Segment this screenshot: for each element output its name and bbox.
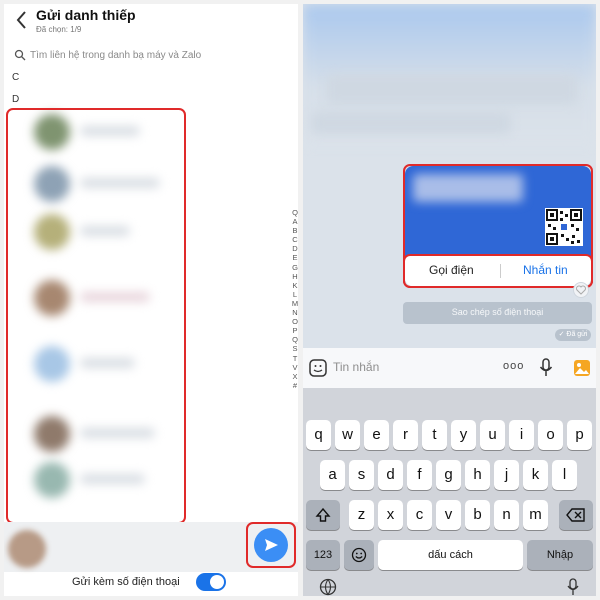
send-with-phone-label: Gửi kèm số điện thoại bbox=[72, 576, 180, 588]
alphabet-index-letter[interactable]: N bbox=[290, 308, 298, 317]
key-l[interactable]: l bbox=[552, 460, 577, 490]
section-header-d: D bbox=[12, 94, 20, 105]
selected-count: Đã chọn: 1/9 bbox=[36, 25, 82, 34]
key-d[interactable]: d bbox=[378, 460, 403, 490]
blurred-message bbox=[311, 112, 511, 134]
key-z[interactable]: z bbox=[349, 500, 374, 530]
key-x[interactable]: x bbox=[378, 500, 403, 530]
toggle-knob bbox=[210, 575, 224, 589]
alphabet-index-letter[interactable]: O bbox=[290, 317, 298, 326]
section-header-c: C bbox=[12, 72, 20, 83]
key-e[interactable]: e bbox=[364, 420, 389, 450]
alphabet-index-letter[interactable]: L bbox=[290, 290, 298, 299]
alphabet-index-letter[interactable]: P bbox=[290, 326, 298, 335]
alphabet-index-letter[interactable]: K bbox=[290, 281, 298, 290]
contact-picker-screen: Gửi danh thiếp Đã chọn: 1/9 Tìm liên hệ … bbox=[4, 4, 298, 596]
keyboard-suggestion-bar bbox=[303, 388, 596, 410]
globe-icon[interactable] bbox=[319, 578, 337, 596]
sent-status-badge: ✓ Đã gửi bbox=[555, 329, 591, 341]
copy-phone-button[interactable]: Sao chép số điện thoại bbox=[403, 302, 592, 324]
alphabet-index-letter[interactable]: X bbox=[290, 372, 298, 381]
key-q[interactable]: q bbox=[306, 420, 331, 450]
backspace-icon bbox=[566, 508, 585, 522]
alphabet-index-letter[interactable]: V bbox=[290, 363, 298, 372]
key-f[interactable]: f bbox=[407, 460, 432, 490]
key-u[interactable]: u bbox=[480, 420, 505, 450]
send-button-highlight bbox=[246, 522, 296, 568]
shift-icon bbox=[315, 507, 331, 522]
key-a[interactable]: a bbox=[320, 460, 345, 490]
backspace-key[interactable] bbox=[559, 500, 593, 530]
alphabet-index-letter[interactable]: # bbox=[290, 381, 298, 390]
search-placeholder: Tìm liên hệ trong danh bạ máy và Zalo bbox=[30, 50, 202, 61]
key-y[interactable]: y bbox=[451, 420, 476, 450]
shift-key[interactable] bbox=[306, 500, 340, 530]
sticker-icon[interactable] bbox=[309, 359, 327, 377]
key-s[interactable]: s bbox=[349, 460, 374, 490]
header: Gửi danh thiếp Đã chọn: 1/9 bbox=[4, 4, 298, 42]
alphabet-index-letter[interactable]: B bbox=[290, 226, 298, 235]
alphabet-index-letter[interactable]: Q bbox=[290, 208, 298, 217]
key-r[interactable]: r bbox=[393, 420, 418, 450]
alphabet-index-letter[interactable]: E bbox=[290, 253, 298, 262]
space-key[interactable]: dấu cách bbox=[378, 540, 523, 570]
key-b[interactable]: b bbox=[465, 500, 490, 530]
image-gallery-icon[interactable] bbox=[573, 359, 591, 377]
key-k[interactable]: k bbox=[523, 460, 548, 490]
chat-screen: Gọi điện Nhắn tin Sao chép số điện thoại… bbox=[303, 4, 596, 596]
alphabet-index-letter[interactable]: M bbox=[290, 299, 298, 308]
alphabet-index-letter[interactable]: G bbox=[290, 263, 298, 272]
search-input[interactable]: Tìm liên hệ trong danh bạ máy và Zalo bbox=[12, 46, 290, 66]
react-heart-icon[interactable] bbox=[573, 282, 589, 298]
alphabet-index-letter[interactable]: A bbox=[290, 217, 298, 226]
key-g[interactable]: g bbox=[436, 460, 461, 490]
key-t[interactable]: t bbox=[422, 420, 447, 450]
emoji-icon bbox=[351, 547, 367, 563]
key-v[interactable]: v bbox=[436, 500, 461, 530]
key-i[interactable]: i bbox=[509, 420, 534, 450]
send-with-phone-toggle[interactable] bbox=[196, 573, 226, 591]
alphabet-index-letter[interactable]: D bbox=[290, 244, 298, 253]
dictation-mic-icon[interactable] bbox=[567, 578, 579, 596]
alphabet-index-letter[interactable]: C bbox=[290, 235, 298, 244]
alphabet-index-letter[interactable]: T bbox=[290, 354, 298, 363]
emoji-key[interactable] bbox=[344, 540, 374, 570]
key-j[interactable]: j bbox=[494, 460, 519, 490]
alphabet-index-letter[interactable]: H bbox=[290, 272, 298, 281]
return-key[interactable]: Nhập bbox=[527, 540, 593, 570]
blurred-message bbox=[327, 74, 577, 104]
alphabet-index-letter[interactable]: Q bbox=[290, 335, 298, 344]
key-p[interactable]: p bbox=[567, 420, 592, 450]
microphone-icon[interactable] bbox=[539, 358, 553, 378]
key-n[interactable]: n bbox=[494, 500, 519, 530]
alphabet-index-letter[interactable]: S bbox=[290, 344, 298, 353]
heart-icon bbox=[576, 285, 586, 295]
copy-phone-label: Sao chép số điện thoại bbox=[451, 307, 544, 317]
card-actions-highlight bbox=[403, 254, 593, 288]
contact-list-highlight bbox=[6, 108, 186, 524]
numbers-key[interactable]: 123 bbox=[306, 540, 340, 570]
key-o[interactable]: o bbox=[538, 420, 563, 450]
key-c[interactable]: c bbox=[407, 500, 432, 530]
keyboard: q w e r t y u i o p a s d f g h j k l z … bbox=[303, 388, 596, 596]
alphabet-index[interactable]: Q A B C D E G H K L M N O P Q S T V X # bbox=[290, 208, 298, 390]
chevron-left-icon bbox=[16, 11, 26, 29]
page-title: Gửi danh thiếp bbox=[36, 7, 136, 23]
selected-contact-avatar[interactable] bbox=[8, 530, 46, 568]
key-m[interactable]: m bbox=[523, 500, 548, 530]
message-input-bar: Tin nhắn ooo bbox=[303, 348, 596, 388]
search-icon bbox=[14, 49, 26, 61]
back-button[interactable] bbox=[12, 8, 32, 32]
message-input[interactable]: Tin nhắn bbox=[333, 360, 379, 374]
key-w[interactable]: w bbox=[335, 420, 360, 450]
more-options-icon[interactable]: ooo bbox=[503, 360, 524, 372]
key-h[interactable]: h bbox=[465, 460, 490, 490]
